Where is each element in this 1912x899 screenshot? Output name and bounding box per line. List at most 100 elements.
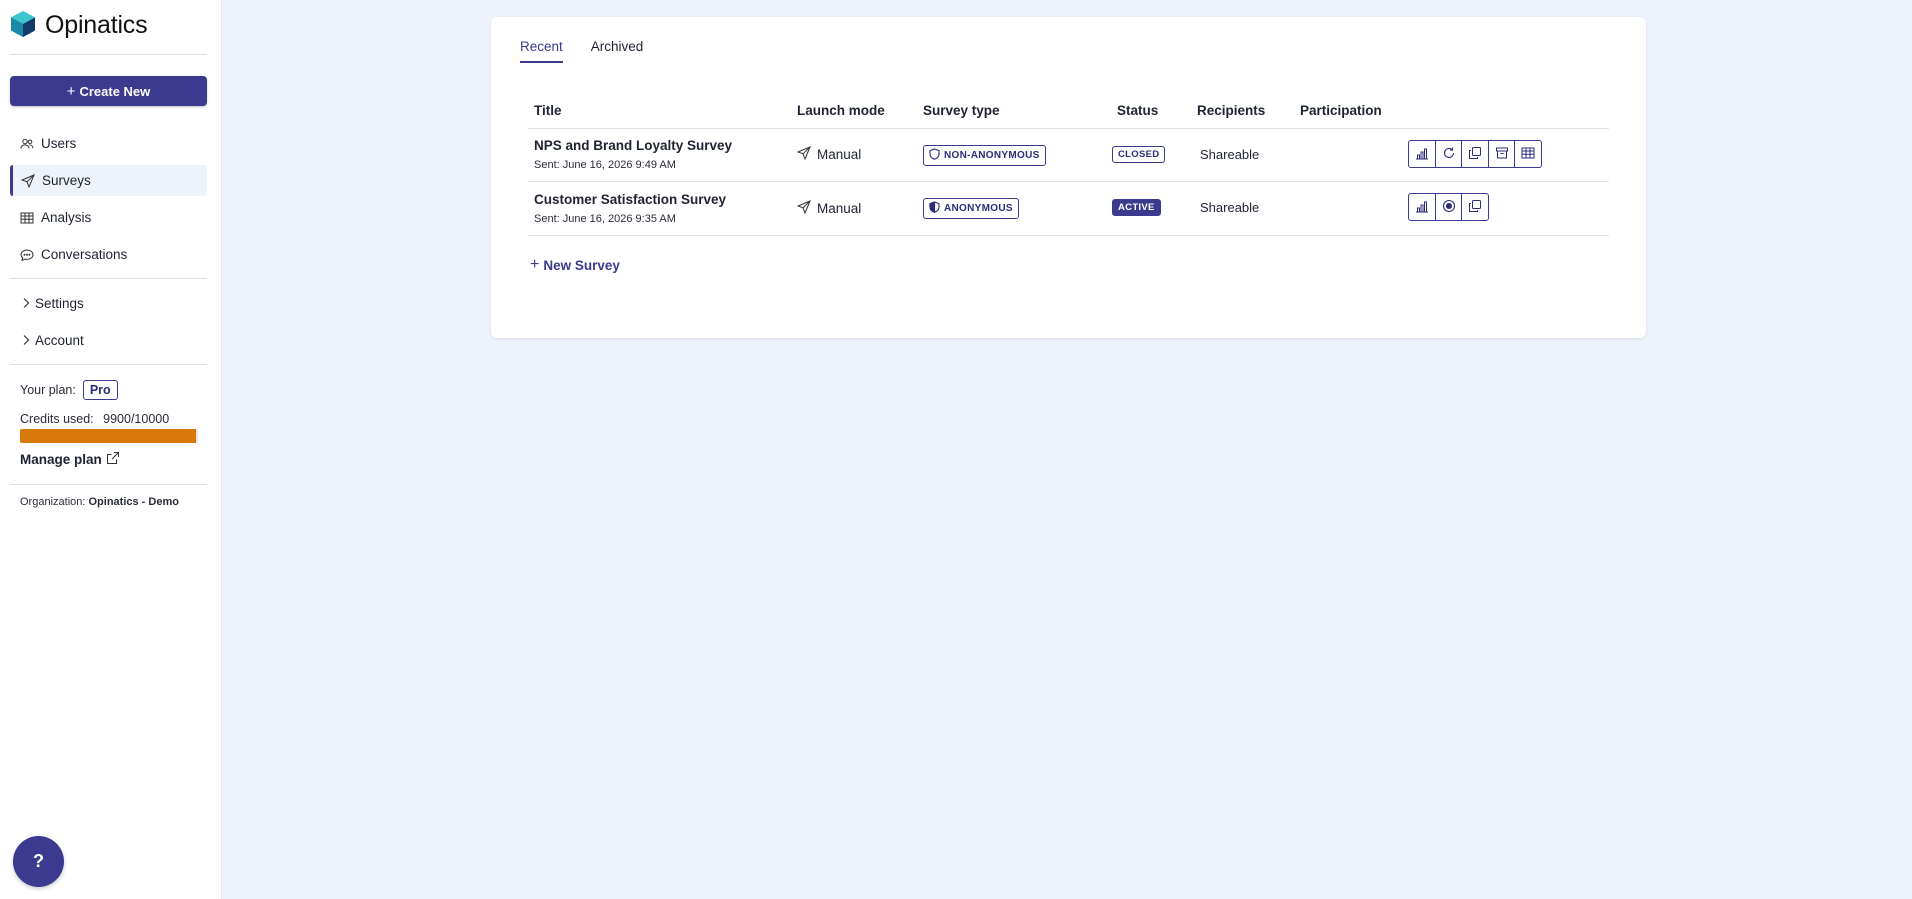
reopen-button[interactable] [1434,140,1463,168]
copy-icon [1468,199,1482,216]
survey-type-badge: ANONYMOUS [923,198,1019,219]
column-header-title: Title [534,103,562,118]
credits-value: 9900/10000 [103,412,170,426]
plan-info: Your plan: Pro [20,380,118,400]
chevron-right-icon [20,334,32,346]
help-icon: ? [33,851,44,871]
survey-title-cell[interactable]: NPS and Brand Loyalty Survey Sent: June … [534,138,732,171]
bar-chart-icon [1415,199,1429,216]
table-row: NPS and Brand Loyalty Survey Sent: June … [491,129,1646,182]
divider [10,484,207,485]
credits-info: Credits used: 9900/10000 [20,412,169,426]
new-survey-button[interactable]: + New Survey [530,256,620,274]
close-survey-button[interactable] [1434,193,1463,221]
sidebar-group-label: Settings [35,295,84,311]
survey-type-label: NON-ANONYMOUS [944,150,1040,161]
tab-recent[interactable]: Recent [520,39,563,63]
sidebar-group-label: Account [35,332,84,348]
launch-mode: Manual [817,147,862,162]
column-header-launch-mode: Launch mode [797,103,885,118]
org-label: Organization: [20,496,86,508]
chevron-right-icon [20,297,32,309]
recipients-cell: Shareable [1200,147,1260,162]
column-header-recipients: Recipients [1197,103,1266,118]
table-icon [1521,146,1535,163]
survey-sent-date: Sent: June 16, 2026 9:49 AM [534,159,676,171]
help-button[interactable]: ? [13,836,64,887]
survey-sent-date: Sent: June 16, 2026 9:35 AM [534,213,676,225]
status-badge: ACTIVE [1112,199,1161,216]
send-icon [796,146,817,163]
logo-icon [10,10,36,41]
table-row: Customer Satisfaction Survey Sent: June … [491,182,1646,235]
brand-name: Opinatics [45,10,148,39]
credits-progress-bar [20,429,198,443]
create-new-button[interactable]: + Create New [10,76,207,106]
plan-label: Your plan: [20,383,76,397]
survey-title-cell[interactable]: Customer Satisfaction Survey Sent: June … [534,192,726,225]
copy-icon [1468,146,1482,163]
sidebar: Opinatics + Create New Users Surveys Ana… [0,0,222,899]
create-new-label: Create New [79,83,151,99]
external-link-icon [102,451,120,468]
export-table-button[interactable] [1514,140,1542,168]
column-header-survey-type: Survey type [923,103,1000,118]
credits-progress-fill [20,429,197,443]
plan-badge: Pro [82,380,118,400]
surveys-card: Recent Archived Title Launch mode Survey… [491,17,1646,338]
chat-icon [20,248,34,262]
status-badge: CLOSED [1112,146,1166,163]
survey-type-label: ANONYMOUS [944,203,1013,214]
stop-circle-icon [1442,199,1456,216]
row-actions [1408,140,1542,168]
tabs: Recent Archived [520,39,671,63]
archive-icon [1495,146,1509,163]
credits-label: Credits used: [20,412,94,426]
send-icon [21,173,35,188]
bar-chart-icon [1415,146,1429,163]
sidebar-item-analysis[interactable]: Analysis [10,202,207,233]
org-value: Opinatics - Demo [88,496,179,508]
divider [10,54,207,55]
divider [10,364,207,365]
sidebar-item-label: Users [41,136,77,151]
results-button[interactable] [1408,193,1436,221]
sidebar-item-label: Surveys [42,173,91,188]
survey-title: Customer Satisfaction Survey [534,192,727,207]
survey-type-badge: NON-ANONYMOUS [923,145,1046,166]
refresh-icon [1442,146,1456,163]
organization-info: Organization: Opinatics - Demo [20,496,179,508]
launch-mode-cell: Manual [796,146,862,163]
plus-icon: + [530,256,540,273]
sidebar-item-users[interactable]: Users [10,128,207,159]
survey-title: NPS and Brand Loyalty Survey [534,138,733,153]
table-icon [20,211,34,225]
brand[interactable]: Opinatics [10,10,148,41]
sidebar-group-settings[interactable]: Settings [10,289,207,317]
launch-mode: Manual [817,201,862,216]
plus-icon: + [66,82,76,100]
recipients-cell: Shareable [1200,200,1260,215]
sidebar-item-label: Conversations [41,247,128,262]
sidebar-group-account[interactable]: Account [10,326,207,354]
manage-plan-label: Manage plan [20,452,102,467]
sidebar-item-surveys[interactable]: Surveys [10,165,207,196]
row-actions [1408,193,1489,221]
column-header-status: Status [1117,103,1159,118]
divider [10,278,207,279]
sidebar-item-conversations[interactable]: Conversations [10,239,207,270]
results-button[interactable] [1408,140,1436,168]
manage-plan-link[interactable]: Manage plan [20,451,120,468]
archive-button[interactable] [1487,140,1516,168]
duplicate-button[interactable] [1461,140,1489,168]
shield-half-icon [929,201,944,216]
tab-archived[interactable]: Archived [591,39,644,63]
sidebar-item-label: Analysis [41,210,92,225]
launch-mode-cell: Manual [796,200,862,217]
send-icon [796,200,817,217]
new-survey-label: New Survey [543,257,620,273]
column-header-participation: Participation [1300,103,1382,118]
duplicate-button[interactable] [1461,193,1489,221]
row-divider [528,235,1609,236]
shield-outline-icon [929,148,944,163]
